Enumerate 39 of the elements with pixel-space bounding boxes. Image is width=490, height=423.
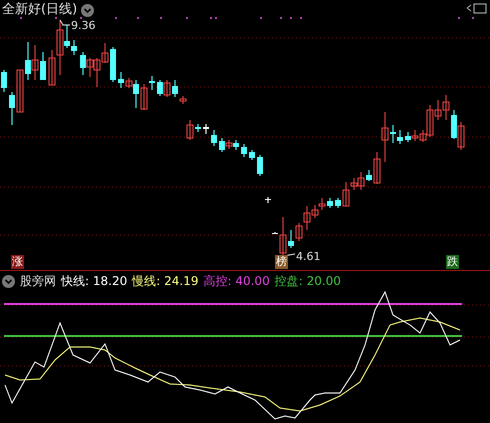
expand-icon[interactable] [466,4,486,14]
signal-marker: 跌 [446,255,459,269]
indicator-value: 控盘: 20.00 [274,274,341,289]
dropdown-icon[interactable] [81,4,94,16]
candlestick [241,144,247,158]
candlestick [327,198,333,208]
candlestick [280,216,286,256]
candlestick [9,92,15,126]
candlestick [180,96,186,104]
high-price-label: 9.36 [71,19,96,32]
candlestick [186,120,194,140]
candlestick [172,80,178,98]
candlestick [149,76,155,90]
candlestick [211,130,217,146]
candlestick [195,124,201,132]
signal-marker: 榜 [275,255,288,269]
candlestick [335,198,341,208]
candlestick [16,70,24,112]
candlestick [140,84,148,110]
candlestick [272,232,278,234]
leader-line [60,20,70,26]
candlestick [110,46,116,82]
chart-title: 全新好(日线) [2,2,78,18]
low-price-label: 4.61 [296,250,320,263]
candlestick [118,72,124,88]
candlestick [249,150,255,160]
indicator-value: 高控: 40.00 [203,274,270,289]
indicator-value: 快线: 18.20 [61,274,128,289]
indicator-value: 慢线: 24.19 [132,274,198,289]
indicator-name: 股旁网 [20,274,56,289]
candlestick [288,230,294,248]
candlestick [366,170,372,182]
dropdown-icon[interactable] [2,275,15,288]
candlestick [1,70,7,92]
signal-marker: 涨 [11,255,24,269]
candlestick [203,124,209,134]
candlestick [40,52,46,80]
candlestick [265,196,271,204]
candlestick [257,154,263,176]
